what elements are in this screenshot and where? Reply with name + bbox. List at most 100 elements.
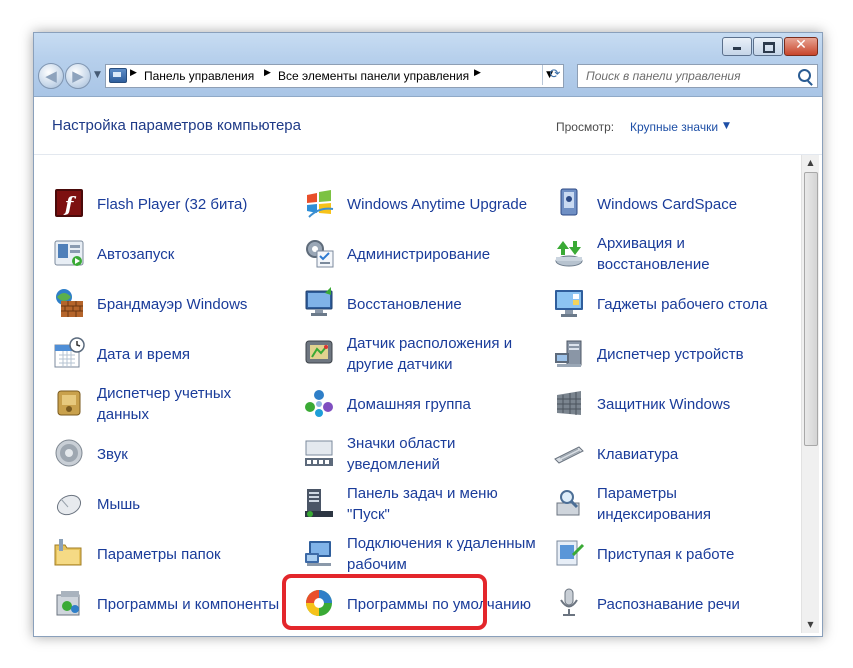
control-panel-item-label[interactable]: Flash Player (32 бита) — [97, 181, 287, 227]
control-panel-window: ✕ ◀ ▶ ▼ ▶ Панель управления ▶ Все элемен… — [33, 32, 823, 637]
refresh-button[interactable]: ⟳ — [542, 65, 567, 85]
scrollbar-thumb[interactable] — [804, 172, 818, 446]
search-input[interactable] — [584, 68, 788, 84]
control-panel-item-label[interactable]: Подключения к удаленным рабочим — [347, 531, 537, 577]
backup-restore-icon — [553, 237, 585, 269]
control-panel-item[interactable]: Гаджеты рабочего стола — [553, 281, 793, 327]
control-panel-item[interactable]: Брандмауэр Windows — [53, 281, 293, 327]
control-panel-item-label[interactable]: Гаджеты рабочего стола — [597, 281, 787, 327]
control-panel-item-label[interactable]: Параметры индексирования — [597, 481, 787, 527]
speech-recognition-icon — [553, 587, 585, 619]
control-panel-item[interactable]: Windows CardSpace — [553, 181, 793, 227]
view-by-label: Просмотр: — [556, 120, 615, 134]
control-panel-item[interactable]: Клавиатура — [553, 431, 793, 477]
control-panel-item-label[interactable]: Windows CardSpace — [597, 181, 787, 227]
control-panel-item-label[interactable]: Звук — [97, 431, 287, 477]
scroll-up-icon[interactable]: ▲ — [802, 155, 819, 171]
scroll-down-icon[interactable]: ▼ — [802, 617, 819, 633]
date-time-icon — [53, 337, 85, 369]
control-panel-item-label[interactable]: Параметры папок — [97, 531, 287, 577]
control-panel-item-label[interactable]: Панель задач и меню "Пуск" — [347, 481, 537, 527]
control-panel-item-label[interactable]: Диспетчер учетных данных — [97, 381, 287, 427]
windows-anytime-upgrade-icon — [303, 187, 335, 219]
control-panel-item-label[interactable]: Домашняя группа — [347, 381, 537, 427]
control-panel-icon — [109, 68, 127, 83]
keyboard-icon — [553, 437, 585, 469]
vertical-scrollbar[interactable]: ▲ ▼ — [801, 155, 819, 633]
control-panel-item-label[interactable]: Windows Anytime Upgrade — [347, 181, 537, 227]
control-panel-item[interactable]: Приступая к работе — [553, 531, 793, 577]
flash-player-icon: f — [53, 187, 85, 219]
control-panel-item-label[interactable]: Восстановление — [347, 281, 537, 327]
control-panel-item-label[interactable]: Мышь — [97, 481, 287, 527]
forward-button[interactable]: ▶ — [65, 63, 91, 89]
remote-desktop-connections-icon — [303, 537, 335, 569]
control-panel-item[interactable]: Панель задач и меню "Пуск" — [303, 481, 543, 527]
control-panel-item-label[interactable]: Значки области уведомлений — [347, 431, 537, 477]
highlight-annotation — [282, 574, 487, 630]
control-panel-item-label[interactable]: Распознавание речи — [597, 581, 787, 627]
control-panel-item[interactable]: Мышь — [53, 481, 293, 527]
maximize-button[interactable] — [753, 37, 783, 56]
view-by-dropdown[interactable]: Крупные значки — [630, 120, 718, 134]
credential-manager-icon — [53, 387, 85, 419]
breadcrumb-separator-icon[interactable]: ▶ — [130, 68, 137, 78]
control-panel-item-label[interactable]: Брандмауэр Windows — [97, 281, 287, 327]
back-button[interactable]: ◀ — [38, 63, 64, 89]
close-icon: ✕ — [795, 37, 807, 53]
control-panel-item[interactable]: Восстановление — [303, 281, 543, 327]
control-panel-item[interactable]: Защитник Windows — [553, 381, 793, 427]
windows-defender-icon — [553, 387, 585, 419]
control-panel-item[interactable]: Дата и время — [53, 331, 293, 377]
control-panel-item[interactable]: Диспетчер устройств — [553, 331, 793, 377]
control-panel-item[interactable]: Архивация и восстановление — [553, 231, 793, 277]
control-panel-item-label[interactable]: Администрирование — [347, 231, 537, 277]
breadcrumb-separator-icon[interactable]: ▶ — [264, 68, 271, 78]
control-panel-item[interactable]: Параметры папок — [53, 531, 293, 577]
sound-icon — [53, 437, 85, 469]
control-panel-item[interactable]: Распознавание речи — [553, 581, 793, 627]
breadcrumb-all-items[interactable]: Все элементы панели управления — [278, 69, 469, 83]
title-bar: ✕ ◀ ▶ ▼ ▶ Панель управления ▶ Все элемен… — [34, 33, 822, 97]
close-button[interactable]: ✕ — [784, 37, 818, 56]
control-panel-item-label[interactable]: Клавиатура — [597, 431, 787, 477]
control-panel-item[interactable]: Датчик расположения и другие датчики — [303, 331, 543, 377]
notification-icons-icon — [303, 437, 335, 469]
control-panel-item[interactable]: Значки области уведомлений — [303, 431, 543, 477]
control-panel-item[interactable]: Звук — [53, 431, 293, 477]
forward-arrow-icon: ▶ — [72, 67, 84, 85]
control-panel-item[interactable]: Параметры индексирования — [553, 481, 793, 527]
control-panel-item[interactable]: Диспетчер учетных данных — [53, 381, 293, 427]
recovery-icon — [303, 287, 335, 319]
address-bar[interactable]: ▶ Панель управления ▶ Все элементы панел… — [105, 64, 564, 88]
control-panel-item[interactable]: Домашняя группа — [303, 381, 543, 427]
firewall-icon — [53, 287, 85, 319]
page-title: Настройка параметров компьютера — [52, 117, 301, 134]
minimize-button[interactable] — [722, 37, 752, 56]
refresh-icon: ⟳ — [549, 67, 561, 82]
control-panel-item[interactable]: Автозапуск — [53, 231, 293, 277]
control-panel-item-label[interactable]: Автозапуск — [97, 231, 287, 277]
search-icon[interactable] — [798, 69, 811, 82]
cardspace-icon — [553, 187, 585, 219]
search-box[interactable] — [577, 64, 818, 88]
control-panel-item[interactable]: Подключения к удаленным рабочим — [303, 531, 543, 577]
breadcrumb-separator-icon[interactable]: ▶ — [474, 68, 481, 78]
control-panel-item-label[interactable]: Защитник Windows — [597, 381, 787, 427]
control-panel-item[interactable]: Администрирование — [303, 231, 543, 277]
control-panel-item-label[interactable]: Датчик расположения и другие датчики — [347, 331, 537, 377]
control-panel-item-label[interactable]: Дата и время — [97, 331, 287, 377]
getting-started-icon — [553, 537, 585, 569]
control-panel-item-label[interactable]: Диспетчер устройств — [597, 331, 787, 377]
control-panel-item-label[interactable]: Программы и компоненты — [97, 581, 287, 627]
control-panel-item[interactable]: Программы и компоненты — [53, 581, 293, 627]
chevron-down-icon[interactable]: ▼ — [723, 121, 730, 131]
control-panel-item-label[interactable]: Архивация и восстановление — [597, 231, 787, 277]
minimize-icon — [733, 47, 741, 50]
control-panel-item-label[interactable]: Приступая к работе — [597, 531, 787, 577]
recent-pages-dropdown[interactable]: ▼ — [94, 70, 101, 80]
desktop-gadgets-icon — [553, 287, 585, 319]
control-panel-item[interactable]: Windows Anytime Upgrade — [303, 181, 543, 227]
control-panel-item[interactable]: f Flash Player (32 бита) — [53, 181, 293, 227]
breadcrumb-control-panel[interactable]: Панель управления — [144, 69, 254, 83]
